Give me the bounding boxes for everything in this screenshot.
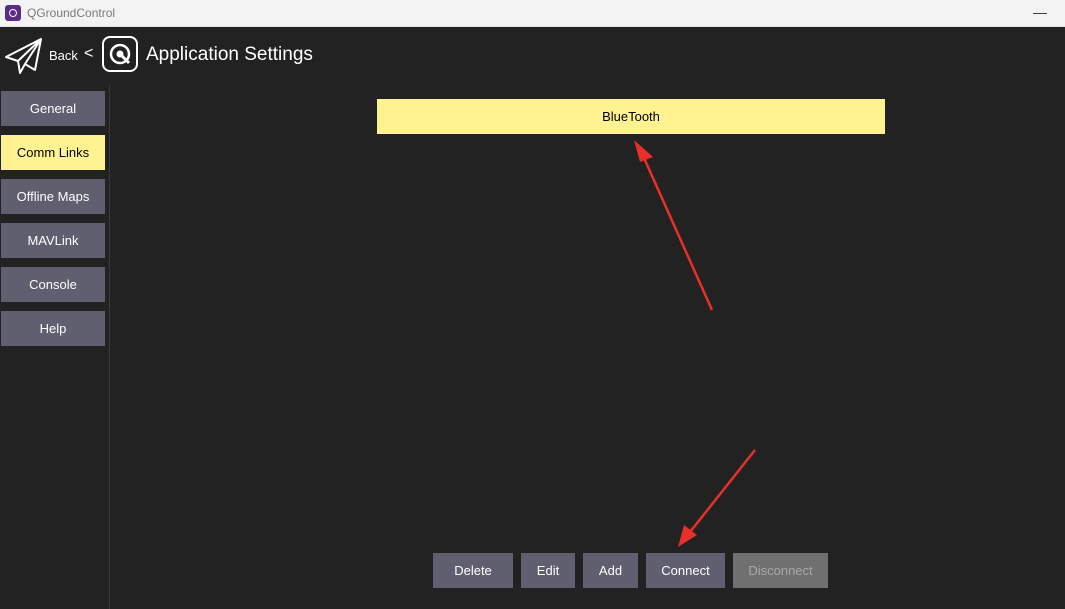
page-title: Application Settings [146, 44, 313, 65]
comm-link-item-bluetooth[interactable]: BlueTooth [377, 99, 885, 134]
edit-button[interactable]: Edit [521, 553, 575, 588]
window-titlebar: QGroundControl — [0, 0, 1065, 27]
sidebar-item-console[interactable]: Console [1, 267, 105, 302]
delete-button[interactable]: Delete [433, 553, 513, 588]
sidebar-item-mavlink[interactable]: MAVLink [1, 223, 105, 258]
sidebar-item-comm-links[interactable]: Comm Links [1, 135, 105, 170]
sidebar-item-help[interactable]: Help [1, 311, 105, 346]
minimize-button[interactable]: — [1030, 0, 1050, 27]
disconnect-button: Disconnect [733, 553, 828, 588]
window-title: QGroundControl [27, 6, 116, 20]
qgc-app-icon [5, 5, 21, 21]
annotation-arrow-to-bluetooth [634, 140, 714, 311]
connect-button[interactable]: Connect [646, 553, 725, 588]
sidebar-item-general[interactable]: General [1, 91, 105, 126]
app-header: Back < Application Settings [0, 28, 1065, 84]
qgc-logo-icon [102, 36, 138, 72]
paper-plane-icon[interactable] [4, 37, 44, 75]
sidebar-item-offline-maps[interactable]: Offline Maps [1, 179, 105, 214]
back-chevron-icon: < [84, 45, 94, 62]
annotation-arrow-to-connect [678, 449, 756, 547]
back-button[interactable]: Back [49, 48, 78, 63]
annotation-arrows [634, 140, 756, 547]
add-button[interactable]: Add [583, 553, 638, 588]
